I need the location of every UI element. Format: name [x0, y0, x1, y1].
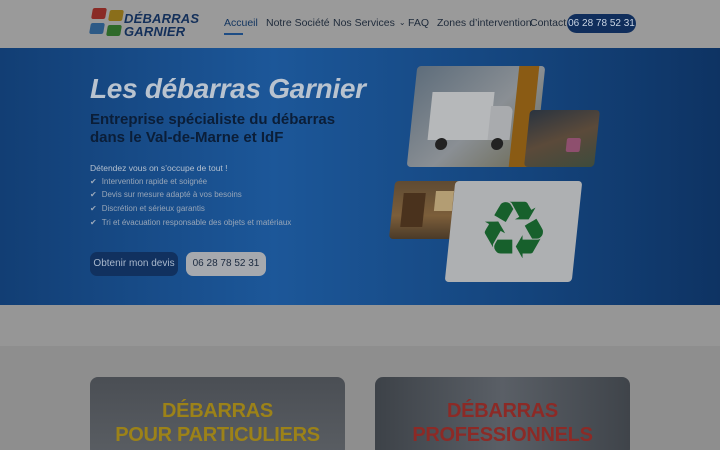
nav-accueil[interactable]: Accueil	[224, 17, 258, 29]
card-title-line-1: DÉBARRAS	[162, 400, 273, 422]
card-title-line-1: DÉBARRAS	[447, 400, 558, 422]
van-wheel	[434, 138, 448, 150]
recycling-image: ♻	[444, 181, 583, 282]
pink-chair	[565, 138, 582, 152]
van-wheel	[490, 138, 504, 150]
feature-text: Tri et évacuation responsable des objets…	[101, 218, 292, 227]
cluttered-room-image	[524, 110, 600, 167]
recycle-icon: ♻	[478, 186, 550, 275]
feature-item: ✔ Discrétion et sérieux garantis	[90, 204, 205, 213]
feature-text: Intervention rapide et soignée	[101, 177, 208, 186]
feature-item: ✔ Tri et évacuation responsable des objet…	[90, 218, 291, 227]
logo-box-tile	[108, 10, 124, 21]
logo-line-2: GARNIER	[124, 24, 186, 39]
card-title-line-2: PROFESSIONNELS	[412, 424, 593, 446]
card-title-line-2: POUR PARTICULIERS	[115, 424, 320, 446]
chevron-down-icon: ⌄	[398, 18, 406, 27]
nav-notre-societe[interactable]: Notre Société	[266, 17, 330, 29]
call-phone-button[interactable]: 06 28 78 52 31	[186, 252, 266, 276]
van-cargo-box	[427, 92, 495, 140]
nav-active-indicator	[224, 33, 243, 35]
van-cab	[487, 106, 514, 140]
feature-text: Discrétion et sérieux garantis	[101, 204, 205, 213]
feature-item: ✔ Intervention rapide et soignée	[90, 177, 207, 186]
nav-faq[interactable]: FAQ	[408, 17, 429, 29]
check-icon: ✔	[90, 204, 97, 213]
get-quote-button[interactable]: Obtenir mon devis	[90, 252, 178, 276]
check-icon: ✔	[90, 177, 97, 186]
nav-nos-services-label: Nos Services	[333, 17, 395, 29]
service-card-professionnels[interactable]: DÉBARRAS PROFESSIONNELS	[375, 377, 630, 450]
feature-text: Devis sur mesure adapté à vos besoins	[101, 190, 242, 199]
hero-title: Les débarras Garnier	[90, 73, 366, 104]
window	[433, 191, 454, 211]
hero-intro: Détendez vous on s’occupe de tout !	[90, 163, 228, 173]
wooden-shelf	[400, 193, 426, 227]
service-card-particuliers[interactable]: DÉBARRAS POUR PARTICULIERS	[90, 377, 345, 450]
hero-subtitle: Entreprise spécialiste du débarras dans …	[90, 111, 336, 146]
logo-wordmark: DÉBARRAS GARNIER	[124, 12, 199, 38]
logo-truck-tile	[91, 8, 107, 19]
logo-recycle-tile	[106, 25, 122, 36]
nav-zones-intervention[interactable]: Zones d’intervention	[437, 17, 532, 29]
nav-nos-services[interactable]: Nos Services ⌄	[333, 17, 406, 29]
site-header: DÉBARRAS GARNIER Accueil Notre Société N…	[0, 0, 720, 48]
logo-sofa-tile	[89, 23, 105, 34]
divider-band	[0, 305, 720, 346]
header-phone-button[interactable]: 06 28 78 52 31	[567, 14, 636, 33]
nav-contact[interactable]: Contact	[530, 17, 566, 29]
check-icon: ✔	[90, 190, 97, 199]
site-logo[interactable]: DÉBARRAS GARNIER	[89, 6, 199, 42]
feature-item: ✔ Devis sur mesure adapté à vos besoins	[90, 190, 242, 199]
check-icon: ✔	[90, 218, 97, 227]
